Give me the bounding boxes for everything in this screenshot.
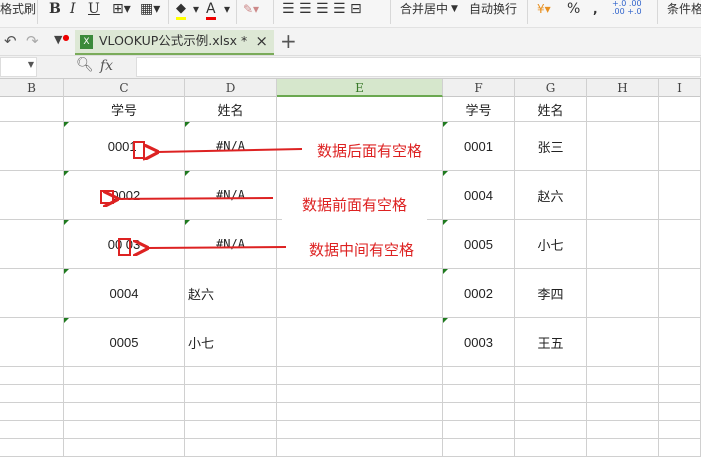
annotation-arrow [147, 247, 287, 248]
annotation-arrow [157, 149, 303, 152]
highlight-box [100, 190, 114, 204]
highlight-box [133, 141, 145, 159]
annotation-arrow [117, 198, 274, 199]
annotation-label: 数据前面有空格 [282, 186, 428, 223]
highlight-box [118, 238, 131, 256]
annotation-overlay [0, 0, 303, 454]
annotation-label: 数据后面有空格 [309, 136, 431, 165]
annotation-label: 数据中间有空格 [301, 235, 423, 264]
